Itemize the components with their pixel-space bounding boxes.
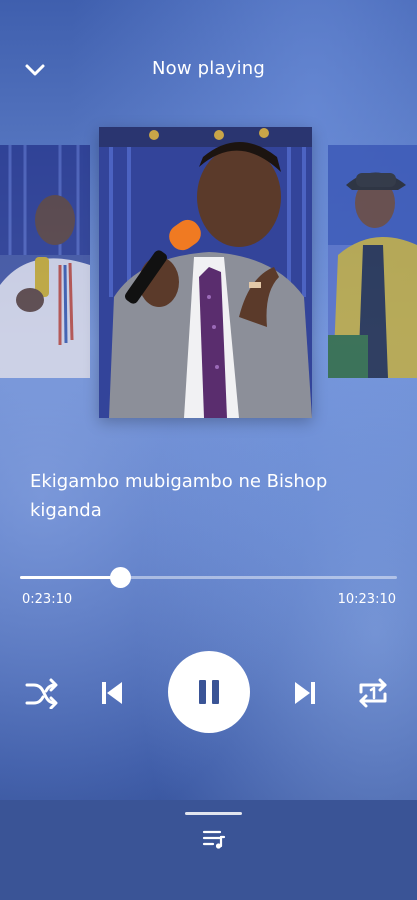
skip-previous-icon	[102, 682, 122, 704]
pause-icon	[199, 680, 219, 704]
elapsed-time: 0:23:10	[22, 592, 73, 607]
track-title: Ekigambo mubigambo ne Bishop kiganda	[30, 471, 328, 521]
current-track-art[interactable]	[99, 127, 312, 418]
previous-button[interactable]	[94, 674, 130, 712]
pause-button[interactable]	[168, 651, 250, 733]
seek-fill	[20, 576, 121, 579]
queue-button[interactable]	[199, 826, 229, 852]
drag-handle[interactable]	[185, 812, 242, 815]
seek-bar[interactable]	[20, 566, 397, 590]
playback-controls	[0, 650, 417, 736]
artwork-carousel[interactable]	[0, 125, 417, 425]
next-track-art[interactable]	[328, 145, 417, 378]
repeat-button[interactable]	[353, 674, 393, 712]
shuffle-icon	[25, 678, 58, 709]
skip-next-icon	[295, 682, 315, 704]
top-bar: Now playing	[0, 48, 417, 92]
seek-thumb[interactable]	[110, 567, 132, 588]
queue-music-icon	[202, 830, 226, 849]
page-title: Now playing	[151, 58, 266, 79]
repeat-one-icon	[359, 678, 387, 708]
queue-panel[interactable]	[0, 800, 417, 900]
next-button[interactable]	[287, 674, 323, 712]
total-time: 10:23:10	[337, 592, 396, 607]
shuffle-button[interactable]	[22, 674, 62, 712]
previous-track-art[interactable]	[0, 145, 90, 378]
